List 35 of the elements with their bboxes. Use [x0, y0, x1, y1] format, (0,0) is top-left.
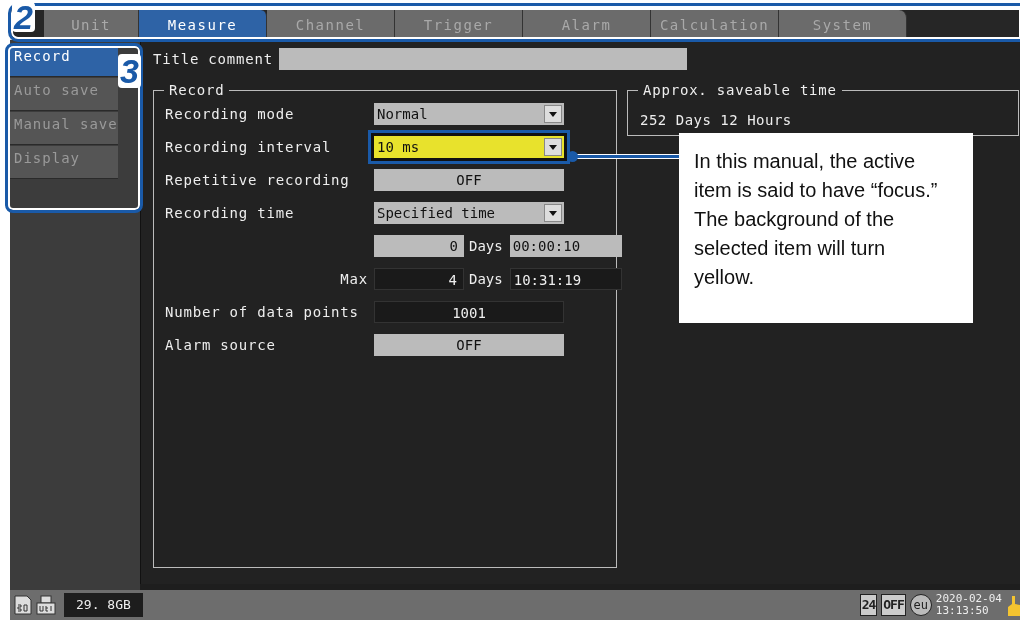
usb-drive-icon — [36, 595, 56, 615]
sd-card-icon — [14, 595, 32, 615]
tab[interactable]: Measure — [139, 10, 267, 38]
dropdown[interactable]: Specified time — [374, 202, 564, 224]
field-label: Recording time — [165, 205, 296, 221]
free-space-readout: 29. 8GB — [64, 593, 143, 617]
time-field[interactable]: 00:00:10 — [509, 235, 622, 257]
field-label: Title comment — [153, 51, 273, 67]
field-label: Recording interval — [165, 139, 333, 155]
value-readout: 1001 — [374, 301, 564, 323]
status-date: 2020-02-04 — [935, 593, 1002, 605]
region-indicator: eu — [909, 594, 932, 616]
days-readout: 4 — [374, 268, 464, 290]
toggle-button[interactable]: OFF — [374, 334, 564, 356]
unit-label: Days — [469, 238, 503, 254]
callout-number: 3 — [118, 54, 141, 88]
time-readout: 10:31:19 — [509, 268, 622, 290]
field-label: Repetitive recording — [165, 172, 351, 188]
unit-label: Days — [469, 271, 503, 287]
title-comment-field[interactable] — [279, 48, 687, 70]
days-field[interactable]: 0 — [374, 235, 464, 257]
dropdown[interactable]: Normal — [374, 103, 564, 125]
saveable-time-value: 252 Days 12 Hours — [640, 112, 792, 128]
note-text: In this manual, the active item is said to have “focus.” The background of the selected item will turn yellow. — [679, 133, 973, 323]
field-label: Number of data points — [165, 304, 360, 320]
auto-setting-indicator: OFF — [881, 594, 906, 616]
clock-format-indicator: 24 — [859, 594, 878, 616]
status-time: 13:13:50 — [935, 605, 990, 617]
group-title: Approx. saveable time — [638, 81, 842, 99]
callout-number: 2 — [12, 2, 35, 32]
cursor-icon — [1008, 594, 1020, 616]
toggle-button[interactable]: OFF — [374, 169, 564, 191]
field-label: Alarm source — [165, 337, 277, 353]
field-label: Max — [339, 271, 369, 287]
field-label: Recording mode — [165, 106, 296, 122]
